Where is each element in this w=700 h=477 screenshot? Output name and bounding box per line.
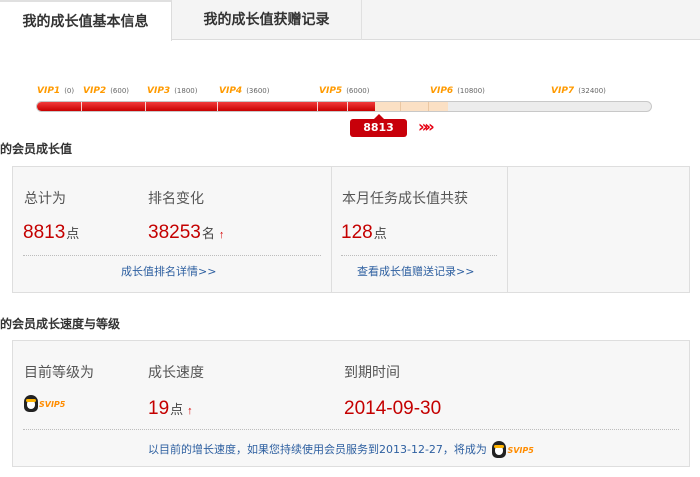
progress-tick <box>317 102 318 111</box>
rank-detail-link[interactable]: 成长值排名详情>> <box>121 263 216 279</box>
section-title-growth: 我的会员成长值 <box>0 142 73 156</box>
tab-growth-info[interactable]: 我的成长值基本信息 <box>0 0 172 41</box>
rank-label: 排名变化 <box>148 191 204 207</box>
expire-label: 到期时间 <box>344 365 400 381</box>
monthly-value: 128点 <box>341 222 387 243</box>
vip3-marker: VIP3 (1800) <box>147 86 198 96</box>
arrow-up-icon: ↑ <box>218 229 225 241</box>
progress-tick <box>347 102 348 111</box>
gift-records-link[interactable]: 查看成长值赠送记录>> <box>357 263 474 279</box>
divider <box>331 167 332 292</box>
monthly-label: 本月任务成长值共获 <box>342 191 468 207</box>
progress-tick <box>145 102 146 111</box>
speed-panel: 目前等级为 SVIP5 成长速度 19点 ↑ 到期时间 2014-09-30 以目… <box>12 340 690 467</box>
total-value: 8813点 <box>23 222 80 243</box>
svip-badge-small: SVIP5 <box>492 441 534 459</box>
speed-value: 19点 ↑ <box>148 398 193 419</box>
vip5-marker: VIP5 (6000) <box>319 86 370 96</box>
progress-tick <box>400 102 401 111</box>
growth-panel: 总计为 8813点 排名变化 38253名 ↑ 本月任务成长值共获 128点 成长… <box>12 166 690 293</box>
dotted-separator <box>23 429 679 430</box>
vip7-marker: VIP7 (32400) <box>551 86 606 96</box>
progress-fill <box>37 102 375 111</box>
penguin-icon <box>24 394 38 412</box>
dotted-separator <box>23 255 321 256</box>
expire-value: 2014-09-30 <box>344 398 442 419</box>
vip6-marker: VIP6 (10800) <box>430 86 485 96</box>
double-chevron-right-icon: »» <box>418 117 435 136</box>
total-label: 总计为 <box>24 191 66 207</box>
level-label: 目前等级为 <box>24 365 94 381</box>
divider <box>507 167 508 292</box>
progress-tick <box>217 102 218 111</box>
vip4-marker: VIP4 (3600) <box>219 86 270 96</box>
progress-tick <box>81 102 82 111</box>
section-title-speed: 我的会员成长速度与等级 <box>0 317 121 331</box>
tab-bar: 我的成长值基本信息 我的成长值获赠记录 <box>0 0 700 41</box>
current-value-badge: 8813 <box>350 114 407 137</box>
speed-label: 成长速度 <box>148 365 204 381</box>
progress-tick <box>428 102 429 111</box>
projection-note: 以目前的增长速度，如果您持续使用会员服务到2013-12-27，将成为 SVIP… <box>148 441 534 459</box>
dotted-separator <box>341 255 497 256</box>
vip2-marker: VIP2 (600) <box>83 86 130 96</box>
svip-badge: SVIP5 <box>24 393 66 413</box>
rank-value: 38253名 ↑ <box>148 222 225 243</box>
vip1-marker: VIP1 (0) <box>37 86 75 96</box>
arrow-up-icon: ↑ <box>187 405 193 417</box>
penguin-icon <box>492 441 507 458</box>
tab-gift-records[interactable]: 我的成长值获赠记录 <box>172 0 362 40</box>
progress-track <box>36 101 652 112</box>
